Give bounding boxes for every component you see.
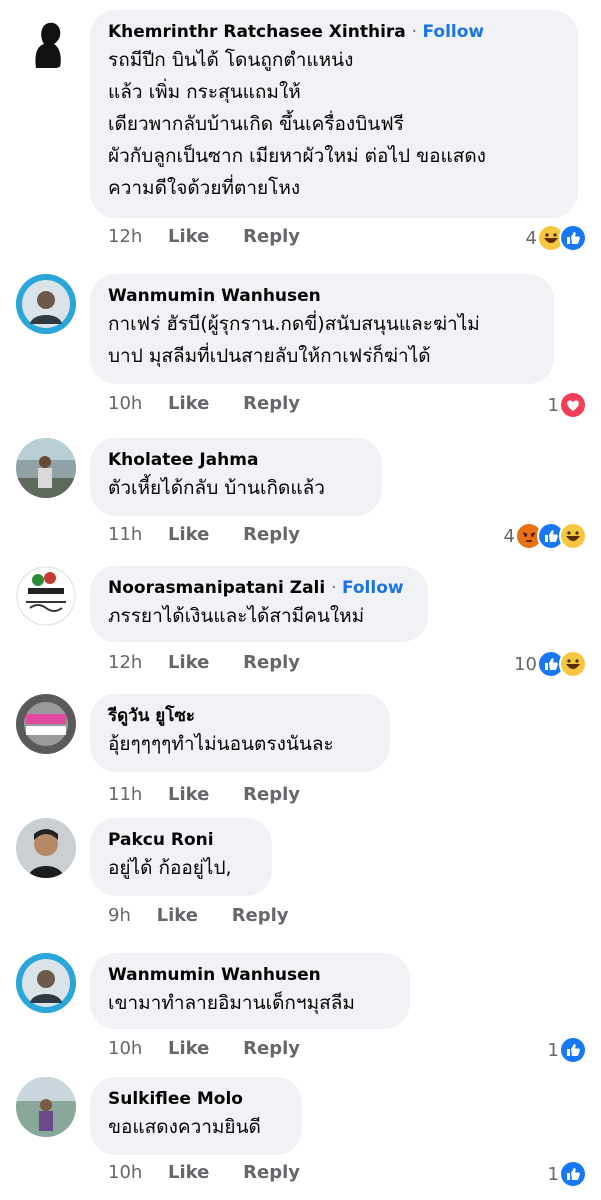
like-button[interactable]: Like [168, 784, 209, 805]
comment-bubble: Noorasmanipatani Zali · Follow ภรรยาได้เ… [90, 566, 428, 642]
like-button[interactable]: Like [168, 524, 209, 545]
comment-time[interactable]: 11h [108, 524, 142, 545]
reactions-summary[interactable]: 4 [526, 224, 587, 252]
avatar[interactable] [16, 818, 76, 878]
comment-time[interactable]: 9h [108, 905, 131, 926]
like-button[interactable]: Like [168, 393, 209, 414]
comment-actions: 12h Like Reply [108, 652, 328, 673]
like-icon [559, 1036, 587, 1064]
reply-button[interactable]: Reply [243, 226, 300, 247]
author-name[interactable]: Wanmumin Wanhusen [108, 286, 321, 306]
comment-text: อุ้ยๆๆๆๆทำไม่นอนตรงนันละ [108, 733, 334, 755]
reaction-count: 10 [514, 653, 537, 675]
reply-button[interactable]: Reply [232, 905, 289, 926]
reaction-count: 4 [503, 525, 515, 547]
comment-actions: 9h Like Reply [108, 905, 317, 926]
like-icon [559, 224, 587, 252]
comment-time[interactable]: 10h [108, 1162, 142, 1183]
avatar[interactable] [16, 438, 76, 498]
comment-time[interactable]: 10h [108, 393, 142, 414]
love-icon [559, 391, 587, 419]
follow-button[interactable]: Follow [422, 22, 484, 42]
comment-actions: 11h Like Reply [108, 524, 328, 545]
like-button[interactable]: Like [168, 1038, 209, 1059]
comment-bubble: Wanmumin Wanhusen เขามาทำลายอิมานเด็กฯมุ… [90, 953, 410, 1029]
like-button[interactable]: Like [168, 1162, 209, 1183]
haha-icon [559, 650, 587, 678]
reactions-summary[interactable]: 4 [504, 522, 587, 550]
author-name[interactable]: Kholatee Jahma [108, 450, 258, 470]
comment-actions: 12h Like Reply [108, 226, 328, 247]
comment-time[interactable]: 10h [108, 1038, 142, 1059]
comment-text: ขอแสดงความยินดี [108, 1116, 261, 1138]
comment-bubble: Kholatee Jahma ตัวเหี้ยได้กลับ บ้านเกิดแ… [90, 438, 382, 516]
reaction-count: 1 [547, 1039, 559, 1061]
avatar[interactable] [16, 1077, 76, 1137]
reactions-summary[interactable]: 1 [548, 1160, 587, 1188]
reactions-summary[interactable]: 1 [548, 1036, 587, 1064]
avatar[interactable] [16, 953, 76, 1013]
comment-actions: 10h Like Reply [108, 1162, 328, 1183]
comment-text: ตัวเหี้ยได้กลับ บ้านเกิดแล้ว [108, 477, 325, 499]
comment-bubble: Sulkiflee Molo ขอแสดงความยินดี [90, 1077, 302, 1155]
comment-time[interactable]: 12h [108, 226, 142, 247]
comment-bubble: Khemrinthr Ratchasee Xinthira · Follow ร… [90, 10, 578, 218]
author-name[interactable]: รีดูวัน ยูโซะ [108, 706, 195, 726]
avatar[interactable] [16, 694, 76, 754]
avatar[interactable] [16, 566, 76, 626]
avatar[interactable] [16, 10, 76, 70]
like-button[interactable]: Like [157, 905, 198, 926]
reply-button[interactable]: Reply [243, 1162, 300, 1183]
comment-actions: 10h Like Reply [108, 1038, 328, 1059]
comment-time[interactable]: 12h [108, 652, 142, 673]
reply-button[interactable]: Reply [243, 652, 300, 673]
avatar[interactable] [16, 274, 76, 334]
comment-actions: 11h Like Reply [108, 784, 328, 805]
reply-button[interactable]: Reply [243, 393, 300, 414]
haha-icon [559, 522, 587, 550]
comment-bubble: รีดูวัน ยูโซะ อุ้ยๆๆๆๆทำไม่นอนตรงนันละ [90, 694, 390, 772]
author-name[interactable]: Sulkiflee Molo [108, 1089, 243, 1109]
author-name[interactable]: Noorasmanipatani Zali [108, 578, 325, 598]
comment-bubble: Pakcu Roni อยู่ได้ ก้ออยู่ไป, [90, 818, 272, 896]
reaction-count: 4 [525, 227, 537, 249]
reply-button[interactable]: Reply [243, 524, 300, 545]
comment-actions: 10h Like Reply [108, 393, 328, 414]
comment-text: เขามาทำลายอิมานเด็กฯมุสลีม [108, 992, 355, 1014]
like-button[interactable]: Like [168, 652, 209, 673]
follow-button[interactable]: Follow [342, 578, 404, 598]
comment-time[interactable]: 11h [108, 784, 142, 805]
comment-text: อยู่ได้ ก้ออยู่ไป, [108, 857, 232, 879]
comment-text: ภรรยาได้เงินและได้สามีคนใหม่ [108, 605, 365, 627]
reaction-count: 1 [547, 394, 559, 416]
author-name[interactable]: Khemrinthr Ratchasee Xinthira [108, 22, 406, 42]
comment-text: กาเฟร่ ฮัรบี(ผู้รุกราน.กดขี่)สนับสนุนและ… [108, 313, 480, 367]
reaction-count: 1 [547, 1163, 559, 1185]
author-name[interactable]: Pakcu Roni [108, 830, 214, 850]
reactions-summary[interactable]: 10 [514, 650, 587, 678]
reply-button[interactable]: Reply [243, 784, 300, 805]
author-name[interactable]: Wanmumin Wanhusen [108, 965, 321, 985]
separator-dot: · [331, 578, 342, 598]
reactions-summary[interactable]: 1 [548, 391, 587, 419]
like-icon [559, 1160, 587, 1188]
reply-button[interactable]: Reply [243, 1038, 300, 1059]
comment-text: รถมีปีก บินได้ โดนถูกตำแหน่ง แล้ว เพิ่ม … [108, 49, 486, 199]
separator-dot: · [411, 22, 423, 42]
like-button[interactable]: Like [168, 226, 209, 247]
comment-bubble: Wanmumin Wanhusen กาเฟร่ ฮัรบี(ผู้รุกราน… [90, 274, 554, 384]
